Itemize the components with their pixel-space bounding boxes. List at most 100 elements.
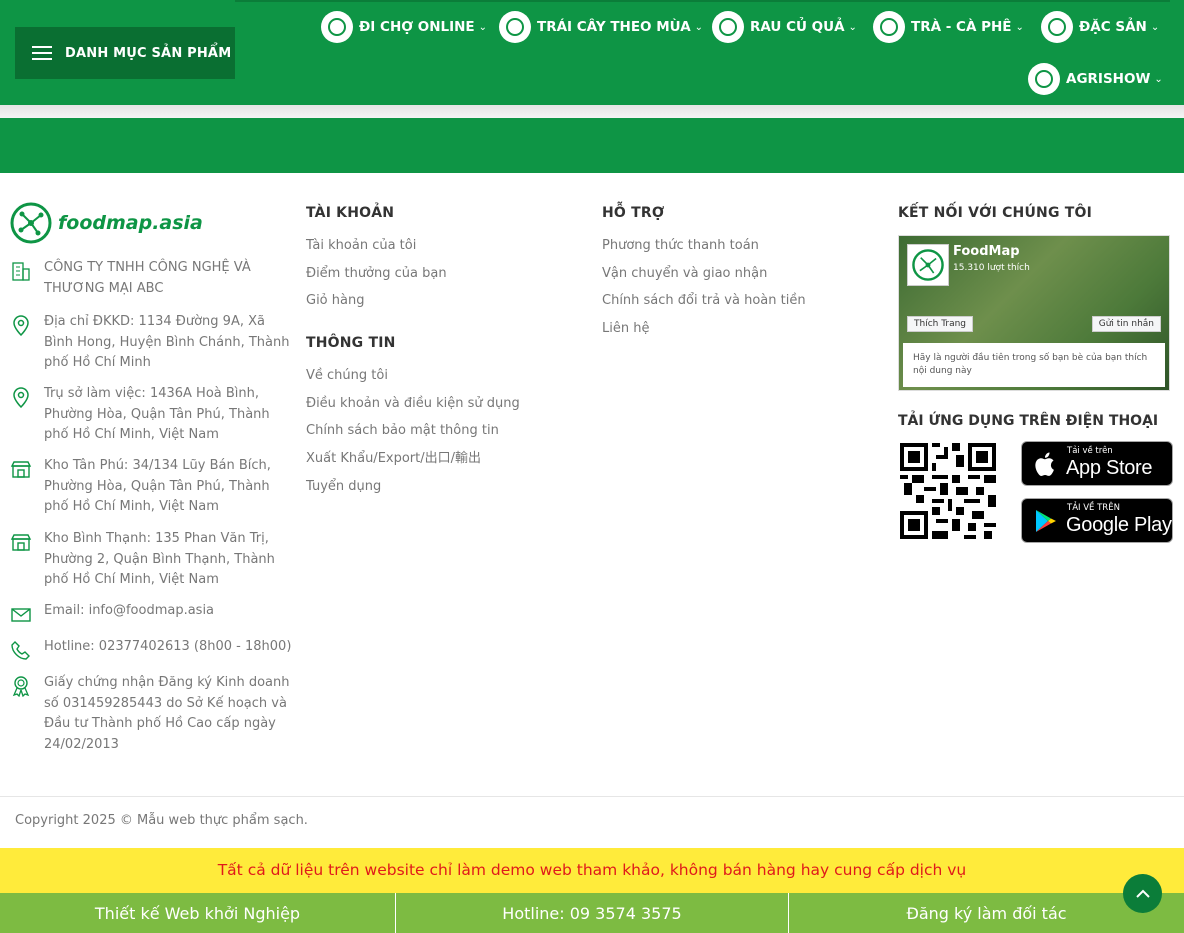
link-returns[interactable]: Chính sách đổi trả và hoàn tiền (602, 291, 872, 319)
app-download-title: TẢI ỨNG DỤNG TRÊN ĐIỆN THOẠI (898, 413, 1159, 429)
fb-send-message-button[interactable]: Gửi tin nhắn (1091, 316, 1161, 332)
nav-label: ĐẶC SẢN (1079, 19, 1147, 35)
fb-friends-note: Hãy là người đầu tiên trong số bạn bè củ… (903, 343, 1165, 387)
info-text: Kho Bình Thạnh: 135 Phan Văn Trị, Phường… (44, 531, 275, 588)
header-top-line (235, 0, 1170, 2)
fb-page-avatar (907, 244, 949, 286)
nav-item-di-cho-online[interactable]: ĐI CHỢ ONLINE ⌄ (321, 11, 487, 43)
info-hotline: Hotline: 02377402613 (8h00 - 18h00) (10, 637, 295, 661)
link-contact[interactable]: Liên hệ (602, 319, 872, 347)
info-text: Giấy chứng nhận Đăng ký Kinh doanh số 03… (44, 675, 290, 753)
google-play-icon (1036, 510, 1056, 532)
footer-account-column: TÀI KHOẢN Tài khoản của tôi Điểm thưởng … (306, 205, 566, 319)
main-header: DANH MỤC SẢN PHẨM ĐI CHỢ ONLINE ⌄ TRÁI CÂ… (0, 0, 1184, 105)
footer-logo[interactable]: foodmap.asia (10, 200, 290, 246)
green-band (0, 118, 1184, 173)
fb-message-label: Gửi tin nhắn (1098, 319, 1154, 329)
appstore-big-label: App Store (1066, 457, 1153, 479)
link-about-us[interactable]: Về chúng tôi (306, 366, 566, 394)
googleplay-small-label: TẢI VỀ TRÊN (1067, 503, 1120, 513)
fb-like-label: Thích Trang (914, 319, 967, 329)
link-terms[interactable]: Điều khoản và điều kiện sử dụng (306, 394, 566, 422)
info-text[interactable]: Email: info@foodmap.asia (44, 601, 214, 625)
link-cart[interactable]: Giỏ hàng (306, 291, 566, 319)
fb-page-name[interactable]: FoodMap (953, 244, 1020, 259)
hamburger-icon (32, 46, 52, 60)
nav-item-dac-san[interactable]: ĐẶC SẢN ⌄ (1041, 11, 1159, 43)
info-text: Trụ sở làm việc: 1436A Hoà Bình, Phường … (44, 386, 270, 443)
nav-item-rau-cu-qua[interactable]: RAU CỦ QUẢ ⌄ (712, 11, 857, 43)
header-shadow (0, 105, 1184, 118)
footer-divider (0, 796, 1184, 797)
link-careers[interactable]: Tuyển dụng (306, 477, 566, 505)
web-design-button[interactable]: Thiết kế Web khởi Nghiệp (0, 893, 396, 933)
foodmap-logo-icon (10, 202, 52, 244)
nav-label: ĐI CHỢ ONLINE (359, 19, 475, 35)
nav-label: RAU CỦ QUẢ (750, 19, 845, 35)
award-icon (12, 676, 30, 697)
building-icon (12, 262, 30, 281)
mail-icon (11, 608, 31, 622)
info-text: Địa chỉ ĐKKD: 1134 Đường 9A, Xã Bình Hon… (44, 314, 290, 371)
info-warehouse-tan-phu: Kho Tân Phú: 34/134 Lũy Bán Bích, Phường… (10, 456, 295, 518)
info-text: CÔNG TY TNHH CÔNG NGHỆ VÀ THƯƠNG MẠI ABC (44, 260, 251, 296)
info-address-dkkd: Địa chỉ ĐKKD: 1134 Đường 9A, Xã Bình Hon… (10, 312, 295, 374)
footer-company-column: foodmap.asia CÔNG TY TNHH CÔNG NGHỆ VÀ T… (10, 200, 291, 752)
fb-like-page-button[interactable]: Thích Trang (907, 316, 974, 332)
chevron-down-icon: ⌄ (478, 21, 488, 33)
facebook-page-widget[interactable]: FoodMap 15.310 lượt thích Thích Trang Gử… (898, 235, 1170, 391)
demo-notice-bar: Tất cả dữ liệu trên website chỉ làm demo… (0, 848, 1184, 894)
footer-information-column: THÔNG TIN Về chúng tôi Điều khoản và điề… (306, 335, 566, 504)
nav-item-tra-ca-phe[interactable]: TRÀ - CÀ PHÊ ⌄ (873, 11, 1024, 43)
qr-code-icon (900, 443, 996, 539)
link-my-account[interactable]: Tài khoản của tôi (306, 236, 566, 264)
category-menu-label: DANH MỤC SẢN PHẨM (65, 45, 232, 61)
leaf-icon (1028, 63, 1060, 95)
link-privacy[interactable]: Chính sách bảo mật thông tin (306, 421, 566, 449)
tea-icon (873, 11, 905, 43)
foodmap-logo-icon (912, 249, 944, 281)
logo-text: foodmap.asia (58, 212, 203, 234)
link-payment-methods[interactable]: Phương thức thanh toán (602, 236, 872, 264)
info-warehouse-binh-thanh: Kho Bình Thạnh: 135 Phan Văn Trị, Phường… (10, 529, 295, 591)
link-reward-points[interactable]: Điểm thưởng của bạn (306, 264, 566, 292)
info-text: Kho Tân Phú: 34/134 Lũy Bán Bích, Phường… (44, 458, 271, 515)
category-menu-button[interactable]: DANH MỤC SẢN PHẨM (15, 27, 235, 79)
chevron-down-icon: ⌄ (694, 21, 704, 33)
link-export[interactable]: Xuất Khẩu/Export/出口/輸出 (306, 449, 566, 477)
chevron-up-icon (1135, 889, 1150, 898)
apple-icon (1035, 452, 1054, 476)
nav-label: TRÀ - CÀ PHÊ (911, 19, 1012, 35)
info-email: Email: info@foodmap.asia (10, 601, 295, 625)
info-text[interactable]: Hotline: 02377402613 (8h00 - 18h00) (44, 637, 291, 661)
footer-support-column: HỖ TRỢ Phương thức thanh toán Vận chuyển… (602, 205, 872, 347)
back-to-top-button[interactable] (1123, 874, 1162, 913)
store-icon (10, 534, 32, 551)
chevron-down-icon: ⌄ (848, 21, 857, 33)
chevron-down-icon: ⌄ (1154, 73, 1163, 85)
nav-item-trai-cay[interactable]: TRÁI CÂY THEO MÙA ⌄ (499, 11, 703, 43)
nav-label: AGRISHOW (1066, 71, 1151, 87)
nav-item-agrishow[interactable]: AGRISHOW ⌄ (1028, 63, 1163, 95)
link-shipping[interactable]: Vận chuyển và giao nhận (602, 264, 872, 292)
vegetable-icon (712, 11, 744, 43)
account-title: TÀI KHOẢN (306, 205, 395, 221)
fruit-icon (499, 11, 531, 43)
footer-connect-column: KẾT NỐI VỚI CHÚNG TÔI (898, 205, 1178, 236)
phone-icon (11, 641, 30, 660)
googleplay-big-label: Google Play (1066, 514, 1172, 536)
info-business-license: Giấy chứng nhận Đăng ký Kinh doanh số 03… (10, 673, 295, 756)
map-pin-icon (13, 387, 29, 408)
chevron-down-icon: ⌄ (1015, 21, 1024, 33)
information-title: THÔNG TIN (306, 335, 396, 351)
store-icon (10, 461, 32, 478)
hotline-button[interactable]: Hotline: 09 3574 3575 (396, 893, 789, 933)
fb-page-likes: 15.310 lượt thích (953, 263, 1030, 273)
connect-title: KẾT NỐI VỚI CHÚNG TÔI (898, 205, 1092, 221)
google-play-button[interactable]: TẢI VỀ TRÊN Google Play (1021, 498, 1173, 543)
nav-label: TRÁI CÂY THEO MÙA (537, 19, 691, 35)
copyright-text: Copyright 2025 © Mẫu web thực phẩm sạch. (15, 813, 308, 828)
app-store-button[interactable]: Tải về trên App Store (1021, 441, 1173, 486)
info-head-office: Trụ sở làm việc: 1436A Hoà Bình, Phường … (10, 384, 295, 446)
appstore-small-label: Tải về trên (1067, 446, 1113, 456)
